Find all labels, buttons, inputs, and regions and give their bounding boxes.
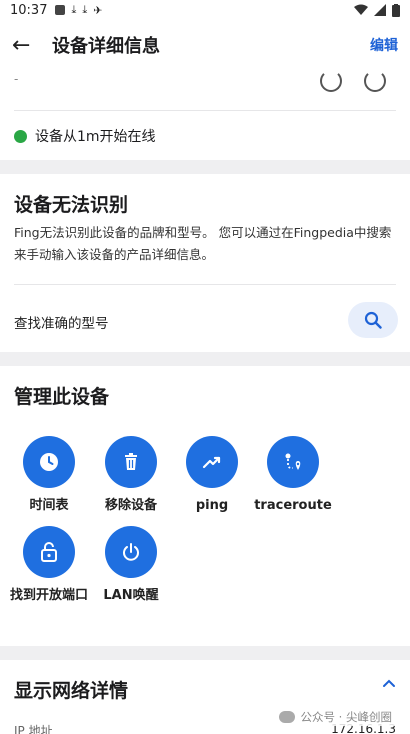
- unrecognized-card: 设备无法识别 Fing无法识别此设备的品牌和型号。 您可以通过在Fingpedi…: [0, 174, 410, 352]
- notification-icon: ✈: [93, 3, 103, 17]
- signal-icon: [374, 4, 386, 16]
- wake-on-lan-button[interactable]: [105, 526, 157, 578]
- notification-icons: ⤓ ⤓ ✈: [55, 3, 102, 17]
- divider: [14, 110, 396, 111]
- edit-button[interactable]: 编辑: [370, 35, 398, 55]
- lock-icon: [41, 542, 57, 562]
- app-notification-icon: [55, 5, 66, 15]
- wechat-icon: [278, 711, 295, 723]
- traceroute-action[interactable]: traceroute: [253, 436, 333, 516]
- watermark-text: 公众号 · 尖峰创圈: [300, 710, 392, 724]
- download-icon: ⤓: [71, 3, 77, 16]
- device-summary-card: - 设备从1m开始在线: [0, 70, 410, 160]
- open-ports-button[interactable]: [23, 526, 75, 578]
- open-ports-action[interactable]: 找到开放端口: [9, 526, 89, 606]
- online-text: 设备从1m开始在线: [35, 129, 156, 145]
- arc-icon-right: [364, 70, 386, 92]
- remove-device-action[interactable]: 移除设备: [91, 436, 171, 516]
- route-icon: [285, 453, 301, 470]
- action-label: LAN唤醒: [103, 588, 159, 603]
- watermark: 公众号 · 尖峰创圈: [274, 708, 396, 726]
- manage-title: 管理此设备: [14, 386, 110, 408]
- battery-icon: [392, 3, 400, 17]
- online-dot-icon: [14, 129, 27, 143]
- find-model-label[interactable]: 查找准确的型号: [14, 312, 109, 332]
- arc-icon-left: [320, 70, 342, 92]
- trend-icon: [202, 456, 221, 469]
- app-bar: ← 设备详细信息 编辑: [0, 20, 410, 70]
- power-icon: [123, 543, 139, 561]
- action-label: ping: [195, 498, 229, 513]
- search-icon: [364, 311, 382, 329]
- status-time: 10:37: [10, 2, 48, 18]
- status-bar: 10:37 ⤓ ⤓ ✈: [0, 0, 410, 20]
- action-label: 时间表: [29, 498, 69, 513]
- wifi-icon: [354, 4, 368, 15]
- page-title: 设备详细信息: [52, 36, 160, 57]
- schedule-button[interactable]: [23, 436, 75, 488]
- action-label: 移除设备: [104, 498, 157, 513]
- network-title[interactable]: 显示网络详情: [14, 676, 128, 703]
- traceroute-button[interactable]: [267, 436, 319, 488]
- divider: [14, 284, 396, 285]
- summary-arc-icons: [320, 70, 386, 92]
- chevron-up-icon[interactable]: [382, 678, 396, 688]
- action-label: traceroute: [254, 498, 332, 513]
- ping-action[interactable]: ping: [172, 436, 252, 516]
- unrecognized-description: Fing无法识别此设备的品牌和型号。 您可以通过在Fingpedia中搜索来手动…: [14, 225, 392, 262]
- ping-button[interactable]: [186, 436, 238, 488]
- back-arrow-icon[interactable]: ←: [12, 33, 42, 58]
- unrecognized-title: 设备无法识别: [14, 194, 129, 216]
- ip-label: IP 地址: [14, 724, 53, 734]
- schedule-action[interactable]: 时间表: [9, 436, 89, 516]
- manage-device-card: 管理此设备 时间表 移除设备 ping traceroute 找到开放端口 LA…: [0, 366, 410, 646]
- remove-device-button[interactable]: [105, 436, 157, 488]
- action-label: 找到开放端口: [9, 588, 88, 603]
- wake-on-lan-action[interactable]: LAN唤醒: [91, 526, 171, 606]
- online-status: 设备从1m开始在线: [14, 126, 156, 146]
- clock-icon: [40, 453, 58, 471]
- search-model-button[interactable]: [348, 302, 398, 338]
- trash-icon: [125, 453, 137, 470]
- download-icon-2: ⤓: [82, 3, 88, 16]
- summary-dash: -: [14, 72, 19, 86]
